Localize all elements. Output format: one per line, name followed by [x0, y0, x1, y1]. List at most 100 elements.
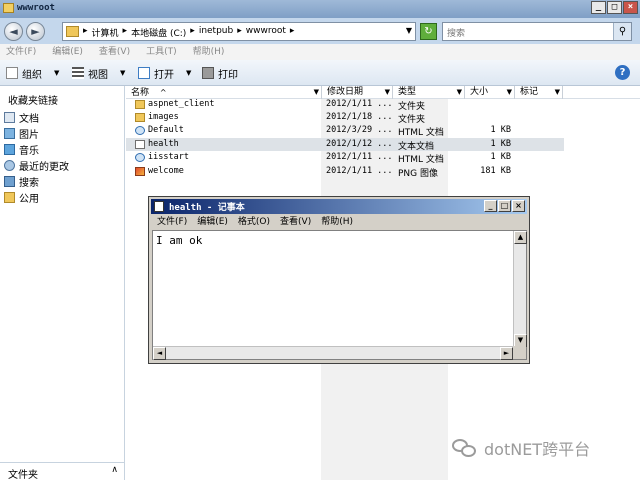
folder-icon	[135, 100, 145, 109]
notepad-menu-edit[interactable]: 编辑(E)	[197, 215, 228, 229]
public-folder-icon	[4, 192, 15, 203]
printer-icon	[202, 67, 214, 79]
address-toolbar: ◄ ► ▸ 计算机 ▸ 本地磁盘 (C:) ▸ inetpub ▸ wwwroo…	[0, 18, 640, 44]
view-button[interactable]: 视图 ▼	[72, 65, 125, 81]
notepad-title: health - 记事本	[169, 203, 245, 213]
organize-button[interactable]: 组织 ▼	[6, 65, 59, 81]
notepad-text-area[interactable]: I am ok ▲ ▼ ◄ ►	[152, 230, 527, 360]
search-icon[interactable]: ⚲	[613, 23, 631, 40]
watermark: dotNET跨平台	[452, 436, 590, 460]
png-icon	[135, 167, 145, 176]
nav-item-music[interactable]: 音乐	[4, 142, 39, 157]
print-button[interactable]: 打印	[202, 65, 238, 81]
chevron-down-icon: ▼	[120, 69, 126, 77]
view-label: 视图	[88, 69, 108, 81]
notepad-maximize-button[interactable]: □	[498, 200, 511, 212]
breadcrumb-computer[interactable]: 计算机	[92, 26, 119, 39]
nav-item-public[interactable]: 公用	[4, 190, 39, 205]
chevron-down-icon: ▼	[54, 69, 60, 77]
file-name: images	[148, 112, 179, 122]
nav-item-search[interactable]: 搜索	[4, 174, 39, 189]
menu-view[interactable]: 查看(V)	[99, 44, 130, 60]
notepad-minimize-button[interactable]: _	[484, 200, 497, 212]
organize-label: 组织	[22, 69, 42, 81]
column-label: 标记	[520, 87, 539, 97]
menu-tools[interactable]: 工具(T)	[146, 44, 177, 60]
minimize-button[interactable]: _	[591, 1, 606, 14]
folder-icon	[3, 3, 14, 13]
file-type: HTML 文档	[398, 155, 444, 165]
breadcrumb-separator[interactable]: ▸	[237, 26, 242, 39]
notepad-menu-help[interactable]: 帮助(H)	[321, 215, 353, 229]
menu-help[interactable]: 帮助(H)	[193, 44, 225, 60]
refresh-button[interactable]: ↻	[420, 23, 437, 40]
notepad-close-button[interactable]: ×	[512, 200, 525, 212]
nav-item-label: 搜索	[19, 178, 39, 189]
address-field[interactable]: ▸ 计算机 ▸ 本地磁盘 (C:) ▸ inetpub ▸ wwwroot ▸ …	[62, 22, 416, 41]
menu-edit[interactable]: 编辑(E)	[52, 44, 83, 60]
scroll-right-button[interactable]: ►	[500, 347, 513, 360]
notepad-title-bar[interactable]: health - 记事本 _ □ ×	[151, 199, 527, 214]
file-date: 2012/1/11 ...	[326, 166, 393, 176]
column-label: 修改日期	[327, 87, 364, 97]
open-icon	[138, 67, 150, 79]
nav-item-label: 图片	[19, 130, 39, 141]
file-name: welcome	[148, 166, 184, 176]
file-name: aspnet_client	[148, 99, 215, 109]
column-label: 大小	[470, 87, 489, 97]
address-dropdown-icon[interactable]: ▼	[406, 26, 412, 35]
wechat-logo-icon	[452, 437, 478, 459]
notepad-content[interactable]: I am ok	[156, 234, 202, 247]
back-button[interactable]: ◄	[4, 22, 23, 41]
notepad-menu-file[interactable]: 文件(F)	[157, 215, 187, 229]
file-size: 1 KB	[490, 125, 511, 135]
nav-item-pictures[interactable]: 图片	[4, 126, 39, 141]
file-row[interactable]: images 2012/1/18 ... 文件夹	[126, 111, 564, 125]
file-name: Default	[148, 125, 184, 135]
scroll-left-button[interactable]: ◄	[153, 347, 166, 360]
forward-button[interactable]: ►	[26, 22, 45, 41]
file-row[interactable]: iisstart 2012/1/11 ... HTML 文档 1 KB	[126, 151, 564, 165]
notepad-menu-view[interactable]: 查看(V)	[280, 215, 311, 229]
folders-toggle[interactable]: 文件夹 ∧	[0, 462, 124, 481]
file-size: 1 KB	[490, 152, 511, 162]
folder-icon	[135, 113, 145, 122]
nav-item-recent[interactable]: 最近的更改	[4, 158, 69, 173]
chevron-down-icon: ▼	[186, 69, 192, 77]
open-button[interactable]: 打开 ▼	[138, 65, 191, 81]
file-type: PNG 图像	[398, 169, 438, 179]
file-row[interactable]: welcome 2012/1/11 ... PNG 图像 181 KB	[126, 165, 564, 179]
breadcrumb-separator[interactable]: ▸	[190, 26, 195, 39]
resize-grip[interactable]	[513, 346, 526, 359]
nav-item-label: 公用	[19, 194, 39, 205]
breadcrumb-separator[interactable]: ▸	[290, 26, 295, 39]
breadcrumb-inetpub[interactable]: inetpub	[199, 26, 233, 39]
nav-item-documents[interactable]: 文档	[4, 110, 39, 125]
notepad-window[interactable]: health - 记事本 _ □ × 文件(F) 编辑(E) 格式(O) 查看(…	[148, 196, 530, 364]
html-icon	[135, 153, 145, 162]
view-icon	[72, 67, 84, 79]
navigation-pane: 收藏夹链接 文档 图片 音乐 最近的更改 搜索 公用 文件夹 ∧	[0, 86, 125, 481]
maximize-button[interactable]: □	[607, 1, 622, 14]
file-row[interactable]: aspnet_client 2012/1/11 ... 文件夹	[126, 98, 564, 112]
close-button[interactable]: ×	[623, 1, 638, 14]
breadcrumb-wwwroot[interactable]: wwwroot	[246, 26, 286, 39]
help-icon[interactable]: ?	[615, 65, 630, 80]
breadcrumb-separator[interactable]: ▸	[123, 26, 128, 39]
scroll-up-button[interactable]: ▲	[514, 231, 527, 244]
notepad-menu-format[interactable]: 格式(O)	[238, 215, 270, 229]
file-row[interactable]: Default 2012/3/29 ... HTML 文档 1 KB	[126, 124, 564, 138]
horizontal-scrollbar[interactable]: ◄ ►	[153, 346, 513, 360]
breadcrumb-separator[interactable]: ▸	[83, 26, 88, 39]
menu-bar: 文件(F) 编辑(E) 查看(V) 工具(T) 帮助(H)	[0, 44, 640, 60]
text-file-icon	[135, 140, 145, 149]
window-title-bar[interactable]: wwwroot _ □ ×	[0, 0, 640, 18]
file-size: 181 KB	[480, 166, 511, 176]
html-icon	[135, 126, 145, 135]
file-date: 2012/1/12 ...	[326, 139, 393, 149]
search-input[interactable]: 搜索 ⚲	[442, 22, 632, 41]
file-row[interactable]: health 2012/1/12 ... 文本文档 1 KB	[126, 138, 564, 152]
breadcrumb-local-disk[interactable]: 本地磁盘 (C:)	[131, 26, 186, 39]
menu-file[interactable]: 文件(F)	[6, 44, 36, 60]
vertical-scrollbar[interactable]: ▲ ▼	[513, 231, 527, 347]
